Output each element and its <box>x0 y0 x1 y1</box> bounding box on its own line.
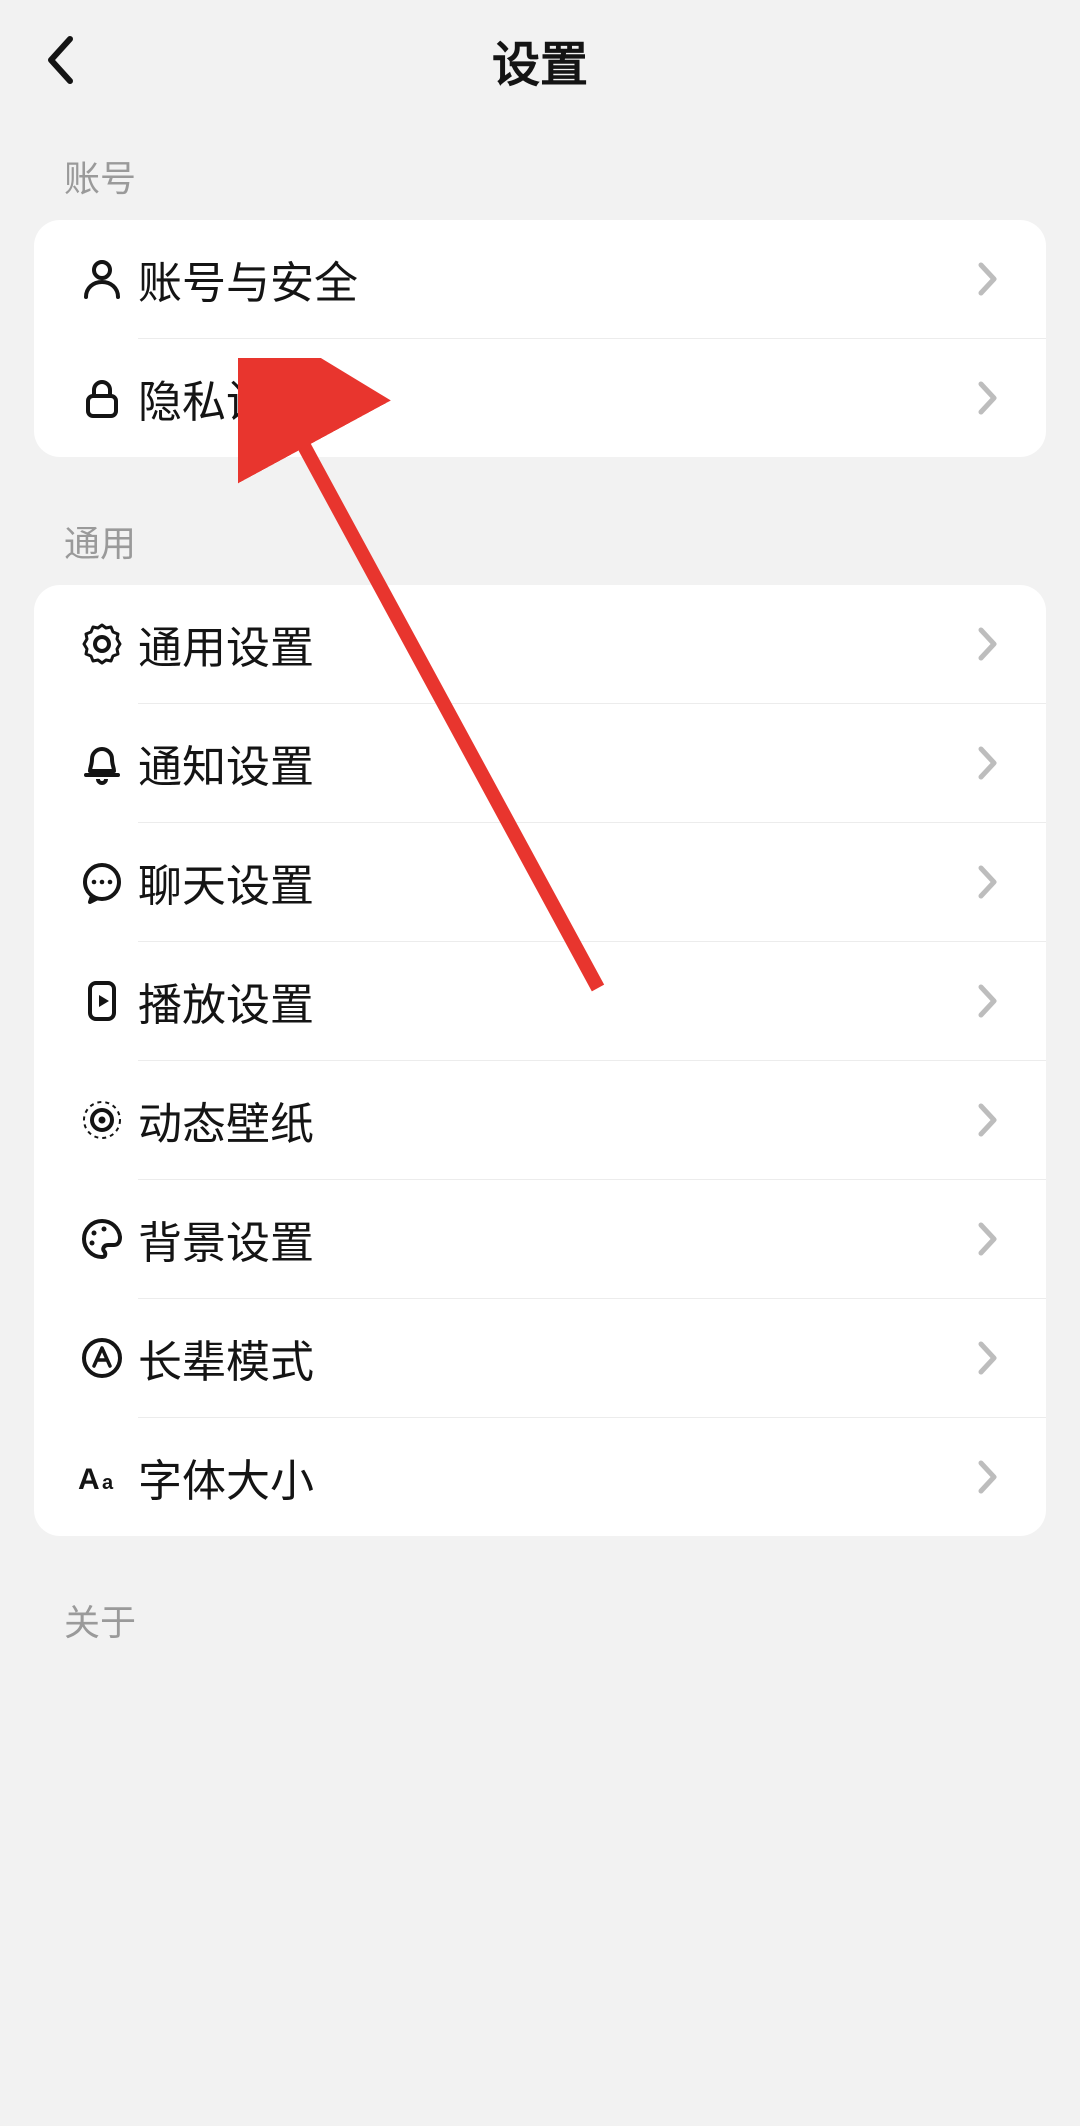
chevron-right-icon <box>968 1460 1008 1494</box>
chat-ellipsis-icon <box>72 860 132 904</box>
chevron-right-icon <box>968 746 1008 780</box>
svg-text:A: A <box>78 1463 100 1496</box>
section-header-account: 账号 <box>0 120 1080 220</box>
person-icon <box>72 257 132 301</box>
row-live-wallpaper[interactable]: 动态壁纸 <box>34 1061 1046 1179</box>
row-general-settings[interactable]: 通用设置 <box>34 585 1046 703</box>
chevron-right-icon <box>968 1103 1008 1137</box>
section-card-account: 账号与安全 隐私设置 <box>34 220 1046 457</box>
row-label: 背景设置 <box>132 1207 968 1271</box>
lock-icon <box>72 376 132 420</box>
section-card-general: 通用设置 通知设置 聊天设置 <box>34 585 1046 1536</box>
header: 设置 <box>0 0 1080 120</box>
chevron-left-icon <box>45 35 75 85</box>
chevron-right-icon <box>968 865 1008 899</box>
row-label: 隐私设置 <box>132 366 968 430</box>
section-header-about: 关于 <box>0 1536 1080 1664</box>
chevron-right-icon <box>968 627 1008 661</box>
row-chat-settings[interactable]: 聊天设置 <box>34 823 1046 941</box>
live-wallpaper-icon <box>72 1098 132 1142</box>
svg-text:a: a <box>102 1472 114 1494</box>
page-title: 设置 <box>492 25 588 95</box>
row-label: 账号与安全 <box>132 247 968 311</box>
row-label: 聊天设置 <box>132 850 968 914</box>
letter-a-circle-icon <box>72 1336 132 1380</box>
chevron-right-icon <box>968 984 1008 1018</box>
chevron-right-icon <box>968 1222 1008 1256</box>
row-label: 通知设置 <box>132 731 968 795</box>
phone-play-icon <box>72 979 132 1023</box>
bell-icon <box>72 741 132 785</box>
row-background-settings[interactable]: 背景设置 <box>34 1180 1046 1298</box>
row-label: 动态壁纸 <box>132 1088 968 1152</box>
row-label: 通用设置 <box>132 612 968 676</box>
chevron-right-icon <box>968 381 1008 415</box>
row-label: 播放设置 <box>132 969 968 1033</box>
back-button[interactable] <box>30 30 90 90</box>
section-header-general: 通用 <box>0 457 1080 585</box>
chevron-right-icon <box>968 262 1008 296</box>
row-privacy-settings[interactable]: 隐私设置 <box>34 339 1046 457</box>
font-size-icon: A a <box>72 1455 132 1499</box>
row-playback-settings[interactable]: 播放设置 <box>34 942 1046 1060</box>
row-label: 长辈模式 <box>132 1326 968 1390</box>
chevron-right-icon <box>968 1341 1008 1375</box>
row-elder-mode[interactable]: 长辈模式 <box>34 1299 1046 1417</box>
row-font-size[interactable]: A a 字体大小 <box>34 1418 1046 1536</box>
palette-icon <box>72 1217 132 1261</box>
row-notification-settings[interactable]: 通知设置 <box>34 704 1046 822</box>
gear-icon <box>72 622 132 666</box>
row-account-security[interactable]: 账号与安全 <box>34 220 1046 338</box>
row-label: 字体大小 <box>132 1445 968 1509</box>
